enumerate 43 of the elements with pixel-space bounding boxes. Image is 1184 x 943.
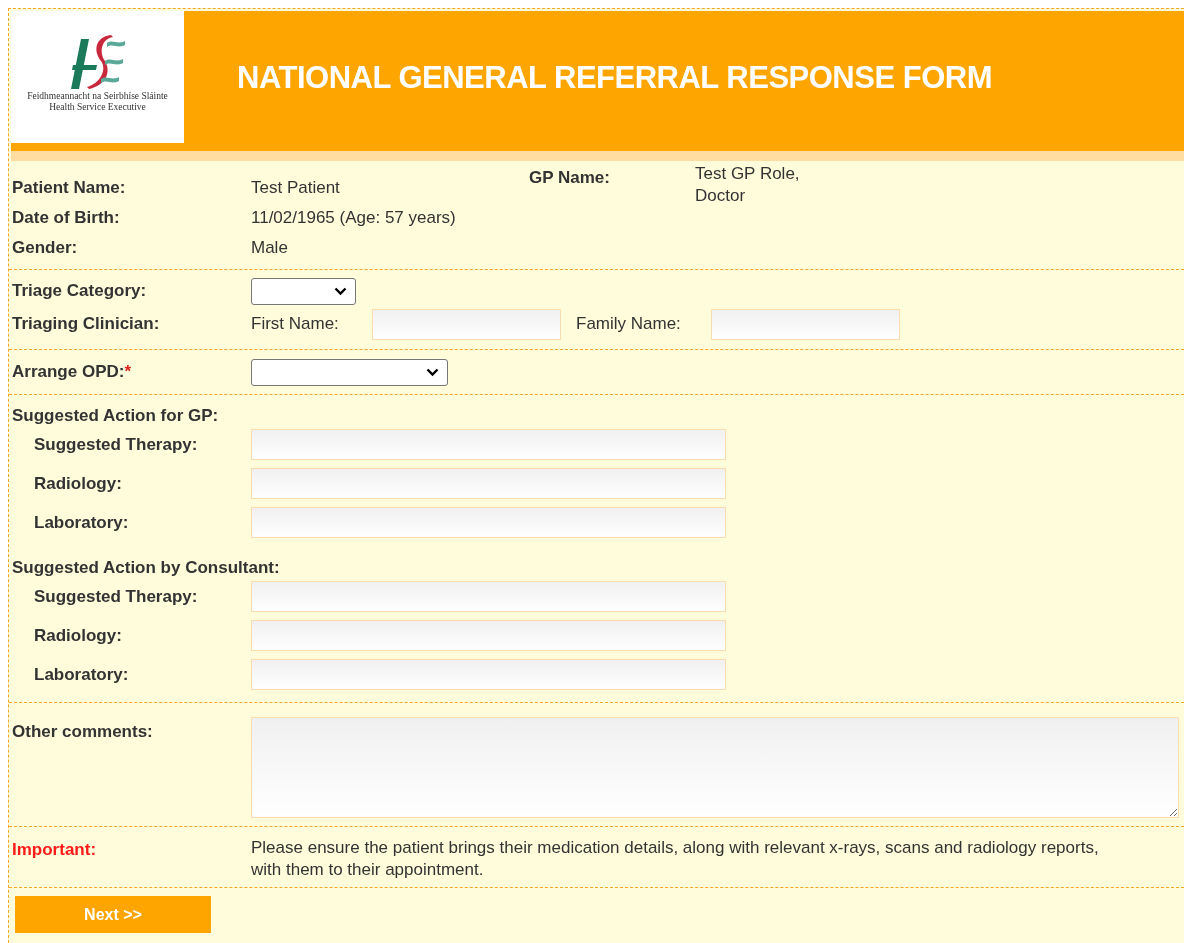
field-value: 11/02/1965 (Age: 57 years) [251, 207, 456, 230]
text-field[interactable] [251, 659, 726, 690]
field-label: First Name: [251, 313, 340, 336]
dropdown[interactable] [251, 277, 356, 305]
field-label: Radiology: [33, 624, 123, 647]
important-label: Important: [11, 839, 98, 861]
form-title: NATIONAL GENERAL REFERRAL RESPONSE FORM [237, 59, 992, 97]
field-label: Gender: [11, 237, 79, 260]
chevron-down-icon [426, 367, 439, 377]
field-value: Test GP Role, [695, 163, 800, 185]
chevron-down-icon [334, 286, 347, 296]
important-note: Please ensure the patient brings their medication details, along with relevant x-rays, scans and radiology reports, with them to their appointment. [251, 837, 1100, 881]
field-label: Triaging Clinician: [11, 313, 161, 336]
text-field[interactable] [711, 308, 900, 340]
text-field[interactable] [251, 468, 726, 499]
section-heading: Suggested Action for GP: [11, 405, 220, 425]
logo-caption: Health Service Executive [49, 102, 146, 113]
text-field[interactable] [251, 429, 726, 460]
field-label: Laboratory: [33, 663, 130, 686]
field-label: Suggested Therapy: [33, 433, 199, 456]
section-heading: Suggested Action by Consultant: [11, 557, 281, 577]
text-field[interactable] [372, 308, 561, 340]
field-label: Date of Birth: [11, 207, 121, 230]
text-field[interactable] [251, 620, 726, 651]
field-label: Suggested Therapy: [33, 585, 199, 608]
field-label: Arrange OPD:* [11, 361, 133, 384]
field-label: GP Name: [529, 167, 611, 189]
required-mark: * [124, 362, 132, 382]
comments-field[interactable] [251, 717, 1179, 818]
field-label: Radiology: [33, 472, 123, 495]
field-value: Doctor [695, 185, 747, 207]
field-label: Other comments: [11, 721, 154, 743]
field-value: Test Patient [251, 177, 340, 200]
field-label: Patient Name: [11, 177, 127, 200]
logo-caption: Feidhmeannacht na Seirbhíse Sláinte [27, 91, 168, 102]
text-field[interactable] [251, 581, 726, 612]
field-label: Laboratory: [33, 511, 130, 534]
text-field[interactable] [251, 507, 726, 538]
field-label: Family Name: [576, 313, 682, 336]
field-value: Male [251, 237, 288, 260]
field-label: Triage Category: [11, 280, 148, 303]
dropdown[interactable] [251, 358, 448, 386]
next-button[interactable]: Next >> [15, 896, 211, 933]
